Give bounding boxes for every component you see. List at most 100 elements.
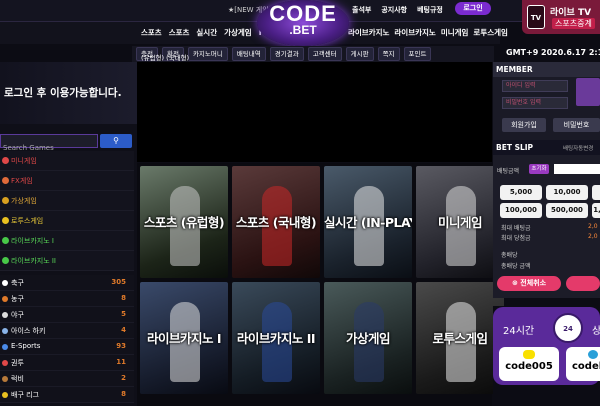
sidebar-item-label: 라이브카지노 I (11, 237, 54, 245)
reset-button[interactable]: 초기화 (529, 164, 549, 174)
quick-amount-10000[interactable]: 10,000 (546, 185, 588, 200)
support-24h-label: 24시간 (503, 326, 535, 337)
quick-amount-1000000[interactable]: 1,000,000 (592, 203, 600, 218)
sport-item-esports[interactable]: E-Sports 93 (0, 339, 134, 355)
nav-minigame[interactable]: 미니게임 (441, 27, 469, 38)
nav-live-casino-1[interactable]: 라이브카지노 (348, 27, 389, 38)
game-tile-sports-eu[interactable]: 스포츠 (유럽형) (140, 166, 228, 278)
find-password-button[interactable]: 비밀번호 (553, 118, 600, 132)
sport-count: 5 (121, 310, 126, 318)
tab-bet-history[interactable]: 배팅내역 (231, 47, 266, 61)
max-bet-value: 2,0 (588, 223, 598, 230)
quick-amount-5000[interactable]: 5,000 (500, 185, 542, 200)
login-message: 로그인 후 이용가능합니다. (4, 87, 122, 99)
quick-amount-50000[interactable]: 50,000 (592, 185, 600, 200)
quick-amount-500000[interactable]: 500,000 (546, 203, 588, 218)
sport-item-basketball[interactable]: 농구 8 (0, 291, 134, 307)
game-tile-virtual[interactable]: 가상게임 (324, 282, 412, 394)
sidebar-item-label: 미니게임 (11, 157, 37, 165)
clock-24-icon: 24 (553, 313, 583, 343)
nav-sports-kr[interactable]: 스포츠 (169, 27, 190, 38)
sport-item-volleyball[interactable]: 배구 리그 8 (0, 387, 134, 403)
nav-virtual[interactable]: 가상게임 (224, 27, 252, 38)
sport-label: E-Sports (11, 342, 41, 350)
boxing-icon (2, 360, 8, 366)
telegram-icon (588, 350, 598, 359)
search-icon: ⚲ (113, 136, 119, 145)
site-logo[interactable]: CODE .BET (257, 0, 349, 46)
rules-link[interactable]: 베팅규정 (417, 3, 443, 17)
id-field[interactable]: 아이디 입력 (502, 80, 568, 92)
banner-label: (유럽형) (국내형) (141, 54, 190, 62)
join-button[interactable]: 회원가입 (502, 118, 546, 132)
volleyball-icon (2, 392, 8, 398)
sidebar-item-lotus[interactable]: 로투스게임 (0, 211, 134, 231)
tab-points[interactable]: 포인트 (403, 47, 432, 61)
lotus-icon (2, 217, 9, 224)
kakao-contact[interactable]: code005 (499, 347, 559, 381)
virtual-icon (2, 197, 9, 204)
rugby-icon (2, 376, 8, 382)
quick-amount-100000[interactable]: 100,000 (500, 203, 542, 218)
clear-all-button[interactable]: ⊗ 전체취소 (497, 276, 561, 291)
game-tile-lotus[interactable]: 로투스게임 (416, 282, 504, 394)
casino-icon (2, 237, 9, 244)
sport-item-soccer[interactable]: 축구 305 (0, 275, 134, 291)
password-field[interactable]: 비밀번호 입력 (502, 97, 568, 109)
sidebar-item-live-casino-2[interactable]: 라이브카지노 II (0, 251, 134, 271)
game-tile-live-casino-1[interactable]: 라이브카지노 I (140, 282, 228, 394)
bet-amount-input[interactable] (554, 164, 600, 174)
sport-item-baseball[interactable]: 야구 5 (0, 307, 134, 323)
nav-lotus[interactable]: 로투스게임 (473, 27, 508, 38)
sidebar-item-minigame[interactable]: 미니게임 (0, 151, 134, 171)
sport-count: 8 (121, 294, 126, 302)
nav-sports-eu[interactable]: 스포츠 (141, 27, 162, 38)
game-title: 로투스게임 (432, 331, 488, 346)
nav-live[interactable]: 실시간 (196, 27, 217, 38)
soccer-icon (2, 280, 8, 286)
tab-board[interactable]: 게시판 (345, 47, 374, 61)
sport-count: 2 (121, 374, 126, 382)
baseball-icon (2, 312, 8, 318)
notice-link[interactable]: 공지사항 (381, 3, 407, 17)
tab-results[interactable]: 경기결과 (269, 47, 304, 61)
sidebar-item-virtual[interactable]: 가상게임 (0, 191, 134, 211)
sidebar-item-fx[interactable]: FX게임 (0, 171, 134, 191)
sidebar-item-label: 가상게임 (11, 197, 37, 205)
game-tile-live[interactable]: 실시간 (IN-PLAY) (324, 166, 412, 278)
sidebar-menu: 미니게임 FX게임 가상게임 로투스게임 라이브카지노 I 라이브카지노 II … (0, 151, 134, 403)
casino-icon (2, 257, 9, 264)
nav-live-casino-2[interactable]: 라이브카지노 (394, 27, 435, 38)
member-login-button[interactable] (576, 78, 600, 106)
sport-label: 배구 리그 (11, 391, 39, 399)
game-tile-live-casino-2[interactable]: 라이브카지노 II (232, 282, 320, 394)
game-grid: 스포츠 (유럽형) 스포츠 (국내형) 실시간 (IN-PLAY) 미니게임 라… (137, 163, 504, 406)
live-tv-subtitle: 스포츠중계 (552, 18, 595, 29)
game-tile-minigame[interactable]: 미니게임 (416, 166, 504, 278)
tab-casino-money[interactable]: 카지노머니 (187, 47, 228, 61)
tab-messages[interactable]: 쪽지 (377, 47, 400, 61)
support-label: 상 (592, 326, 600, 337)
attendance-link[interactable]: 출석부 (352, 3, 371, 17)
sport-item-rugby[interactable]: 럭비 2 (0, 371, 134, 387)
login-button[interactable]: 로그인 (455, 2, 491, 15)
sport-item-boxing[interactable]: 권투 11 (0, 355, 134, 371)
minigame-icon (2, 157, 9, 164)
sport-item-ice-hockey[interactable]: 아이스 하키 4 (0, 323, 134, 339)
sport-count: 93 (116, 342, 126, 350)
place-bet-button[interactable] (566, 276, 600, 291)
sport-label: 농구 (11, 295, 24, 303)
auto-change-label[interactable]: 배팅자동변경 (563, 144, 593, 152)
logo-domain: .BET (289, 23, 317, 37)
sport-count: 8 (121, 390, 126, 398)
sidebar-item-live-casino-1[interactable]: 라이브카지노 I (0, 231, 134, 251)
total-win-label: 총배당 금액 (501, 263, 531, 270)
live-tv-button[interactable]: TV 라이브 TV 스포츠중계 (522, 0, 600, 34)
bet-amount-label: 배팅금액 (497, 168, 520, 175)
search-button[interactable]: ⚲ (100, 134, 132, 148)
tab-support[interactable]: 고객센터 (307, 47, 342, 61)
game-title: 스포츠 (유럽형) (143, 215, 225, 230)
game-tile-sports-kr[interactable]: 스포츠 (국내형) (232, 166, 320, 278)
telegram-contact[interactable]: codeb (566, 347, 600, 381)
max-win-label: 최대 당첨금 (501, 235, 531, 242)
